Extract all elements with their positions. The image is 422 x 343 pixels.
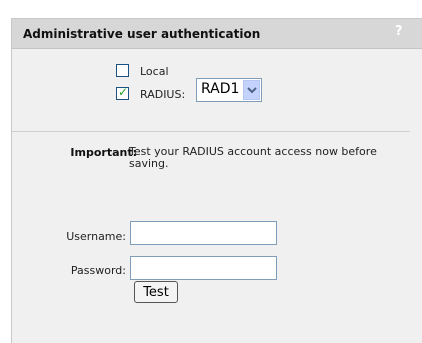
test-button[interactable]: Test xyxy=(134,281,178,303)
password-input[interactable] xyxy=(130,256,277,280)
username-label: Username: xyxy=(66,230,126,243)
radius-label: RADIUS: xyxy=(140,88,186,101)
auth-panel: Administrative user authentication ? xyxy=(11,18,422,343)
divider xyxy=(12,131,410,132)
radius-checkbox[interactable]: ✓ xyxy=(116,85,129,100)
important-label: Important: xyxy=(70,146,137,159)
username-input[interactable] xyxy=(130,221,277,245)
password-label: Password: xyxy=(70,264,126,277)
panel-header: Administrative user authentication ? xyxy=(12,19,422,49)
help-icon[interactable]: ? xyxy=(395,24,403,39)
radius-server-select[interactable]: RAD1 xyxy=(196,78,262,102)
panel-title: Administrative user authentication xyxy=(23,27,261,41)
local-label: Local xyxy=(140,65,169,78)
local-checkbox[interactable] xyxy=(116,64,129,77)
radius-server-value: RAD1 xyxy=(201,81,240,97)
chevron-down-icon[interactable] xyxy=(243,80,260,100)
checkmark-icon: ✓ xyxy=(118,85,129,99)
important-text: Test your RADIUS account access now befo… xyxy=(129,145,377,170)
